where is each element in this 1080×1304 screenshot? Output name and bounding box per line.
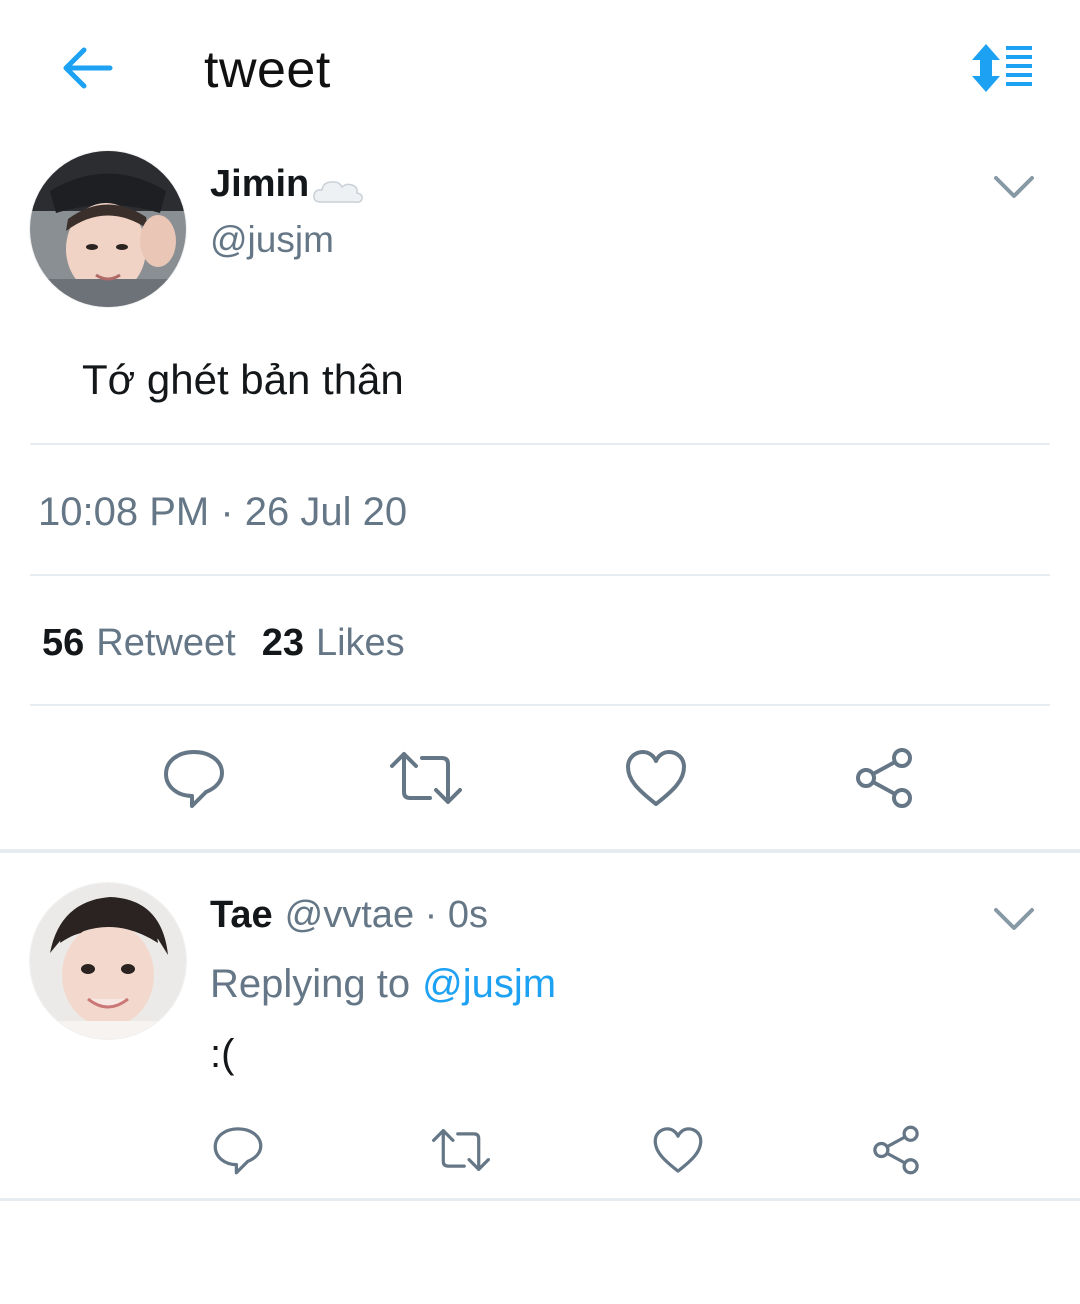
reply-header: Tae @vvtae · 0s [210, 892, 488, 938]
cloud-icon [311, 172, 365, 203]
reply-author-avatar[interactable] [30, 883, 186, 1039]
retweet-label[interactable]: Retweet [96, 619, 235, 667]
back-arrow-icon[interactable] [56, 42, 116, 94]
author-name[interactable]: Jimin [210, 162, 365, 206]
like-label[interactable]: Likes [316, 619, 405, 667]
reply-icon[interactable] [212, 1124, 264, 1176]
author-handle[interactable]: @jusjm [210, 218, 334, 262]
divider [30, 704, 1050, 706]
share-icon[interactable] [870, 1124, 922, 1176]
share-icon[interactable] [852, 746, 916, 810]
replying-to-line: Replying to @jusjm [210, 960, 556, 1008]
tweet-text: Tớ ghét bản thân [82, 356, 404, 403]
tweet-timestamp: 10:08 PM · 26 Jul 20 [38, 490, 408, 534]
reply-author-name[interactable]: Tae [210, 892, 273, 938]
divider [30, 443, 1050, 445]
reply-icon[interactable] [162, 746, 226, 810]
heart-icon[interactable] [652, 1124, 704, 1176]
page-title: tweet [204, 41, 331, 99]
reply-text: :( [210, 1032, 235, 1076]
divider [30, 574, 1050, 576]
author-avatar[interactable] [30, 151, 186, 307]
section-divider [0, 849, 1080, 853]
sort-list-icon[interactable] [968, 42, 1036, 94]
retweet-icon[interactable] [432, 1124, 490, 1176]
heart-icon[interactable] [624, 746, 688, 810]
like-count[interactable]: 23 [262, 619, 304, 667]
author-name-text: Jimin [210, 163, 310, 205]
section-divider [0, 1198, 1080, 1201]
replying-to-prefix: Replying to [210, 962, 411, 1006]
chevron-down-icon[interactable] [990, 900, 1038, 938]
replying-to-link[interactable]: @jusjm [422, 960, 556, 1008]
chevron-down-icon[interactable] [990, 168, 1038, 206]
retweet-count[interactable]: 56 [42, 619, 84, 667]
tweet-stats: 56 Retweet 23 Likes [42, 619, 405, 667]
retweet-icon[interactable] [390, 746, 462, 810]
reply-author-handle[interactable]: @vvtae · 0s [285, 892, 488, 938]
